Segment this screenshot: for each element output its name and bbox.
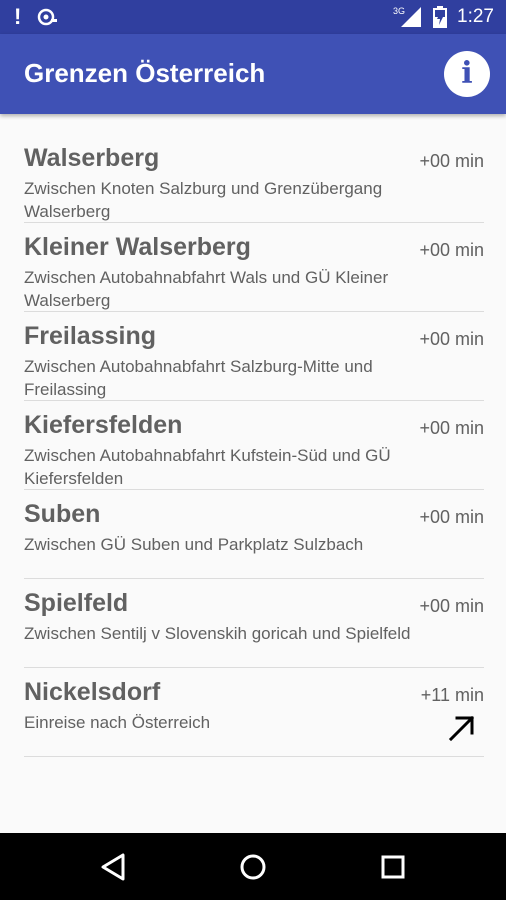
back-icon[interactable]: [93, 847, 133, 887]
list-item[interactable]: Freilassing +00 min Zwischen Autobahnabf…: [24, 312, 484, 401]
crossing-delay: +00 min: [419, 151, 484, 171]
clock: 1:27: [457, 6, 494, 27]
voicemail-notification-icon: [38, 8, 58, 26]
home-icon[interactable]: [233, 847, 273, 887]
crossing-name: Kleiner Walserberg: [24, 233, 251, 261]
crossing-list: Walserberg +00 min Zwischen Knoten Salzb…: [24, 134, 484, 757]
battery-icon: [433, 6, 448, 28]
list-item[interactable]: Walserberg +00 min Zwischen Knoten Salzb…: [24, 134, 484, 223]
app-title: Grenzen Österreich: [24, 58, 266, 88]
crossing-description: Zwischen Autobahnabfahrt Kufstein-Süd un…: [24, 446, 391, 488]
crossing-delay: +00 min: [419, 507, 484, 527]
crossing-description: Zwischen Sentilj v Slovenskih goricah un…: [24, 624, 411, 643]
crossing-description: Zwischen Knoten Salzburg und Grenzüberga…: [24, 179, 383, 221]
list-item[interactable]: Suben +00 min Zwischen GÜ Suben und Park…: [24, 490, 484, 579]
crossing-delay: +00 min: [419, 240, 484, 260]
crossing-name: Nickelsdorf: [24, 678, 161, 706]
crossing-name: Suben: [24, 500, 101, 528]
network-type-label: 3G: [393, 6, 405, 16]
crossing-delay: +11 min: [420, 685, 484, 705]
info-icon: i: [461, 56, 473, 91]
crossing-delay: +00 min: [419, 329, 484, 349]
app-bar: Grenzen Österreich: [0, 34, 506, 114]
crossing-description: Zwischen GÜ Suben und Parkplatz Sulzbach: [24, 535, 364, 554]
list-item[interactable]: Kleiner Walserberg +00 min Zwischen Auto…: [24, 223, 484, 312]
crossing-name: Spielfeld: [24, 589, 129, 617]
crossing-name: Walserberg: [24, 144, 160, 172]
crossing-description: Einreise nach Österreich: [24, 713, 211, 732]
signal-icon: 3G: [393, 6, 422, 27]
crossing-name: Kiefersfelden: [24, 411, 183, 439]
status-bar: ! 3G 1:27: [0, 0, 506, 34]
arrow-up-right-icon: [448, 715, 475, 742]
recents-icon[interactable]: [373, 847, 413, 887]
list-item[interactable]: Spielfeld +00 min Zwischen Sentilj v Slo…: [24, 579, 484, 668]
list-item[interactable]: Kiefersfelden +00 min Zwischen Autobahna…: [24, 401, 484, 490]
crossing-description: Zwischen Autobahnabfahrt Salzburg-Mitte …: [24, 357, 373, 399]
crossing-description: Zwischen Autobahnabfahrt Wals und GÜ Kle…: [24, 268, 389, 310]
alert-notification-icon: !: [14, 4, 22, 29]
navigation-bar: [0, 833, 506, 900]
crossing-name: Freilassing: [24, 322, 156, 350]
crossing-delay: +00 min: [419, 418, 484, 438]
info-button[interactable]: i: [444, 51, 490, 97]
list-item[interactable]: Nickelsdorf +11 min Einreise nach Österr…: [24, 668, 484, 757]
crossing-delay: +00 min: [419, 596, 484, 616]
